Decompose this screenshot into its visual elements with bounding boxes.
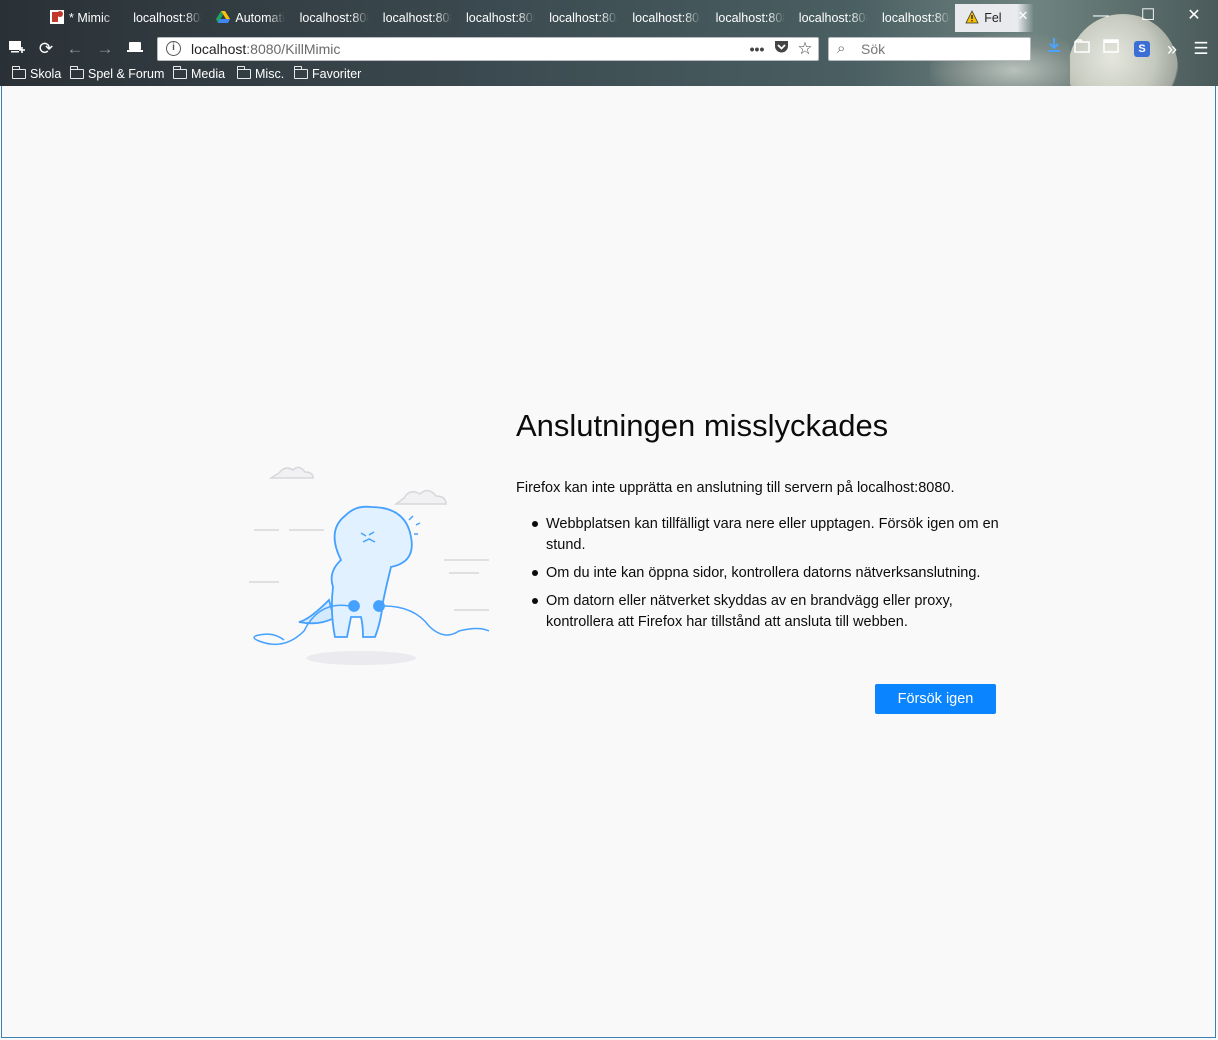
tab[interactable]: localhost:8080 (539, 4, 623, 32)
bookmark-label: Skola (30, 67, 62, 81)
back-icon[interactable]: ← (62, 37, 88, 61)
tab-label: Fel (984, 11, 1002, 25)
folder-icon (12, 66, 26, 79)
tab-label: localhost:8080 (549, 11, 623, 25)
tab[interactable]: localhost:8080 (290, 4, 373, 32)
url-host: localhost (191, 41, 247, 57)
tab[interactable]: localhost:8080 (706, 4, 789, 32)
tab-label: * Mimic (69, 11, 110, 25)
sidebar-icon[interactable] (1099, 37, 1123, 61)
error-title: Anslutningen misslyckades (516, 408, 889, 443)
retry-button[interactable]: Försök igen (875, 684, 996, 714)
error-message: Firefox kan inte upprätta en anslutning … (516, 480, 955, 496)
tab-label: localhost:8080 (382, 11, 456, 25)
folder-icon (294, 66, 308, 79)
tab-label: localhost:8080 (299, 11, 373, 25)
tab-close-icon[interactable]: ✕ (1015, 8, 1031, 24)
navigation-toolbar: ⟳ ← → i localhost:8080/KillMimic ••• ☆ ⌕… (0, 34, 1218, 64)
bookmark-folder[interactable]: Favoriter (294, 64, 361, 86)
tab[interactable]: localhost:8080 (373, 4, 456, 32)
tab-label: localhost:8080 (798, 11, 872, 25)
info-icon[interactable]: i (166, 41, 181, 56)
library-icon[interactable] (1070, 37, 1094, 61)
tab[interactable]: Automation (206, 4, 290, 32)
url-bar[interactable]: i localhost:8080/KillMimic ••• ☆ (157, 37, 819, 61)
folder-icon (237, 66, 251, 79)
tab-label: localhost:8080 (715, 11, 789, 25)
new-window-icon[interactable] (4, 37, 30, 61)
pocket-icon[interactable] (770, 39, 792, 59)
menu-icon[interactable]: ☰ (1189, 37, 1213, 61)
maximize-button[interactable]: ☐ (1133, 6, 1163, 26)
overflow-icon[interactable]: » (1160, 37, 1184, 61)
app-icon (50, 6, 64, 24)
bookmark-label: Media (191, 67, 226, 81)
search-input[interactable]: Sök (861, 38, 885, 60)
download-icon[interactable] (1042, 37, 1066, 61)
folder-icon (70, 66, 84, 79)
bookmark-folder[interactable]: Skola (12, 64, 61, 86)
suggestion-item: Om datorn eller nätverket skyddas av en … (531, 591, 1001, 633)
search-icon: ⌕ (837, 40, 846, 57)
browser-chrome: * Mimic localhost:8080 Automation localhost… (0, 0, 1218, 86)
bookmark-label: Spel & Forum (88, 67, 165, 81)
dinosaur-illustration-icon (249, 466, 490, 665)
search-bar[interactable]: ⌕ Sök (828, 37, 1031, 61)
bookmark-folder[interactable]: Spel & Forum (70, 64, 164, 86)
home-icon[interactable] (122, 37, 148, 61)
tab[interactable]: * Mimic (40, 4, 123, 32)
warning-icon (965, 6, 979, 24)
folder-icon (173, 66, 187, 79)
bookmark-folder[interactable]: Media (173, 64, 225, 86)
page-actions-icon[interactable]: ••• (746, 39, 768, 59)
url-path: :8080/KillMimic (246, 41, 341, 57)
minimize-button[interactable]: — (1086, 6, 1116, 26)
tab-label: localhost:8080 (882, 11, 955, 25)
bookmarks-toolbar: Skola Spel & Forum Media Misc. Favoriter (0, 64, 1218, 86)
tab[interactable]: localhost:8080 (123, 4, 207, 32)
tab[interactable]: localhost:8080 (622, 4, 706, 32)
tab-strip: * Mimic localhost:8080 Automation localhost… (40, 4, 1040, 32)
tab[interactable]: localhost:8080 (872, 4, 955, 32)
bookmark-label: Favoriter (312, 67, 362, 81)
bookmark-label: Misc. (255, 67, 285, 81)
tab-label: localhost:8080 (466, 11, 539, 25)
google-drive-icon (216, 6, 231, 23)
suggestion-item: Webbplatsen kan tillfälligt vara nere el… (531, 514, 1001, 556)
reload-icon[interactable]: ⟳ (33, 37, 59, 61)
close-window-button[interactable]: ✕ (1179, 6, 1209, 26)
tab-label: localhost:8080 (133, 11, 207, 25)
tab-label: localhost:8080 (632, 11, 706, 25)
bookmark-folder[interactable]: Misc. (237, 64, 284, 86)
error-suggestions-list: Webbplatsen kan tillfälligt vara nere el… (531, 514, 1001, 640)
tab[interactable]: localhost:8080 (789, 4, 872, 32)
tab-label: Automation (235, 11, 288, 25)
extension-s-icon[interactable]: S (1134, 41, 1150, 57)
bookmark-star-icon[interactable]: ☆ (794, 39, 816, 59)
url-text[interactable]: localhost:8080/KillMimic (191, 38, 340, 60)
suggestion-item: Om du inte kan öppna sidor, kontrollera … (531, 563, 1001, 584)
tab[interactable]: localhost:8080 (456, 4, 539, 32)
error-page: Anslutningen misslyckades Firefox kan in… (1, 86, 1216, 1038)
forward-icon[interactable]: → (92, 37, 118, 61)
